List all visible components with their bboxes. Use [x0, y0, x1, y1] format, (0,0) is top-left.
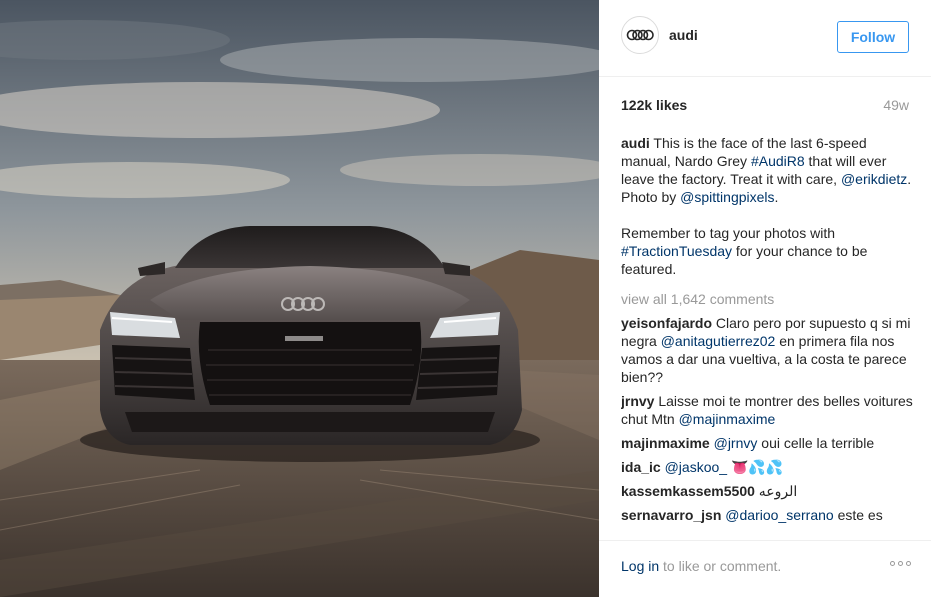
comment-username[interactable]: ida_ic	[621, 459, 661, 475]
caption: audi This is the face of the last 6-spee…	[621, 134, 913, 278]
audi-rings-icon	[626, 29, 654, 41]
comment-item: sernavarro_jsn @darioo_serrano este es	[621, 506, 913, 524]
more-options-icon[interactable]	[890, 561, 911, 566]
avatar[interactable]	[621, 16, 659, 54]
mention-link[interactable]: @anitagutierrez02	[661, 333, 776, 349]
comment-username[interactable]: yeisonfajardo	[621, 315, 712, 331]
caption-text: .	[774, 189, 779, 205]
comment-item: kassemkassem5500 الروعه	[621, 482, 913, 500]
post-side-panel: audi Follow 122k likes 49w audi This is …	[599, 0, 931, 597]
login-prompt: Log in to like or comment.	[621, 558, 781, 574]
hashtag-link[interactable]: #AudiR8	[751, 153, 805, 169]
hashtag-link[interactable]: #TractionTuesday	[621, 243, 732, 259]
comment-text: oui celle la terrible	[757, 435, 875, 451]
post-photo[interactable]	[0, 0, 599, 597]
mention-link[interactable]: @spittingpixels	[680, 189, 774, 205]
dot	[898, 561, 903, 566]
comment-text: الروعه	[758, 483, 798, 499]
login-prompt-text: to like or comment.	[659, 558, 782, 574]
mention-link[interactable]: @erikdietz	[841, 171, 907, 187]
sweat-droplets-emoji-icon: 💦💦	[748, 459, 784, 475]
username[interactable]: audi	[669, 27, 698, 43]
view-all-comments-link[interactable]: view all 1,642 comments	[621, 290, 913, 308]
comments-list[interactable]: audi This is the face of the last 6-spee…	[621, 134, 913, 525]
comment-username[interactable]: kassemkassem5500	[621, 483, 755, 499]
mention-link[interactable]: @darioo_serrano	[725, 507, 833, 523]
post-header: audi Follow	[599, 0, 931, 77]
comment-username[interactable]: majinmaxime	[621, 435, 710, 451]
post-footer: Log in to like or comment.	[599, 540, 931, 598]
comment-item: jrnvy Laisse moi te montrer des belles v…	[621, 392, 913, 428]
dot	[906, 561, 911, 566]
dot	[890, 561, 895, 566]
post-timestamp[interactable]: 49w	[883, 97, 909, 113]
follow-button[interactable]: Follow	[837, 21, 909, 53]
login-link[interactable]: Log in	[621, 558, 659, 574]
comment-username[interactable]: jrnvy	[621, 393, 654, 409]
comment-item: yeisonfajardo Claro pero por supuesto q …	[621, 314, 913, 386]
comment-item: ida_ic @jaskoo_ 👅💦💦	[621, 458, 913, 476]
mention-link[interactable]: @jrnvy	[714, 435, 758, 451]
caption-username[interactable]: audi	[621, 135, 650, 151]
comment-item: majinmaxime @jrnvy oui celle la terrible	[621, 434, 913, 452]
comment-text: este es	[833, 507, 883, 523]
mention-link[interactable]: @majinmaxime	[679, 411, 776, 427]
caption-text: Remember to tag your photos with	[621, 225, 835, 241]
comment-username[interactable]: sernavarro_jsn	[621, 507, 721, 523]
tongue-emoji-icon: 👅	[730, 459, 749, 475]
mention-link[interactable]: @jaskoo_	[665, 459, 727, 475]
likes-count[interactable]: 122k likes	[621, 97, 687, 113]
